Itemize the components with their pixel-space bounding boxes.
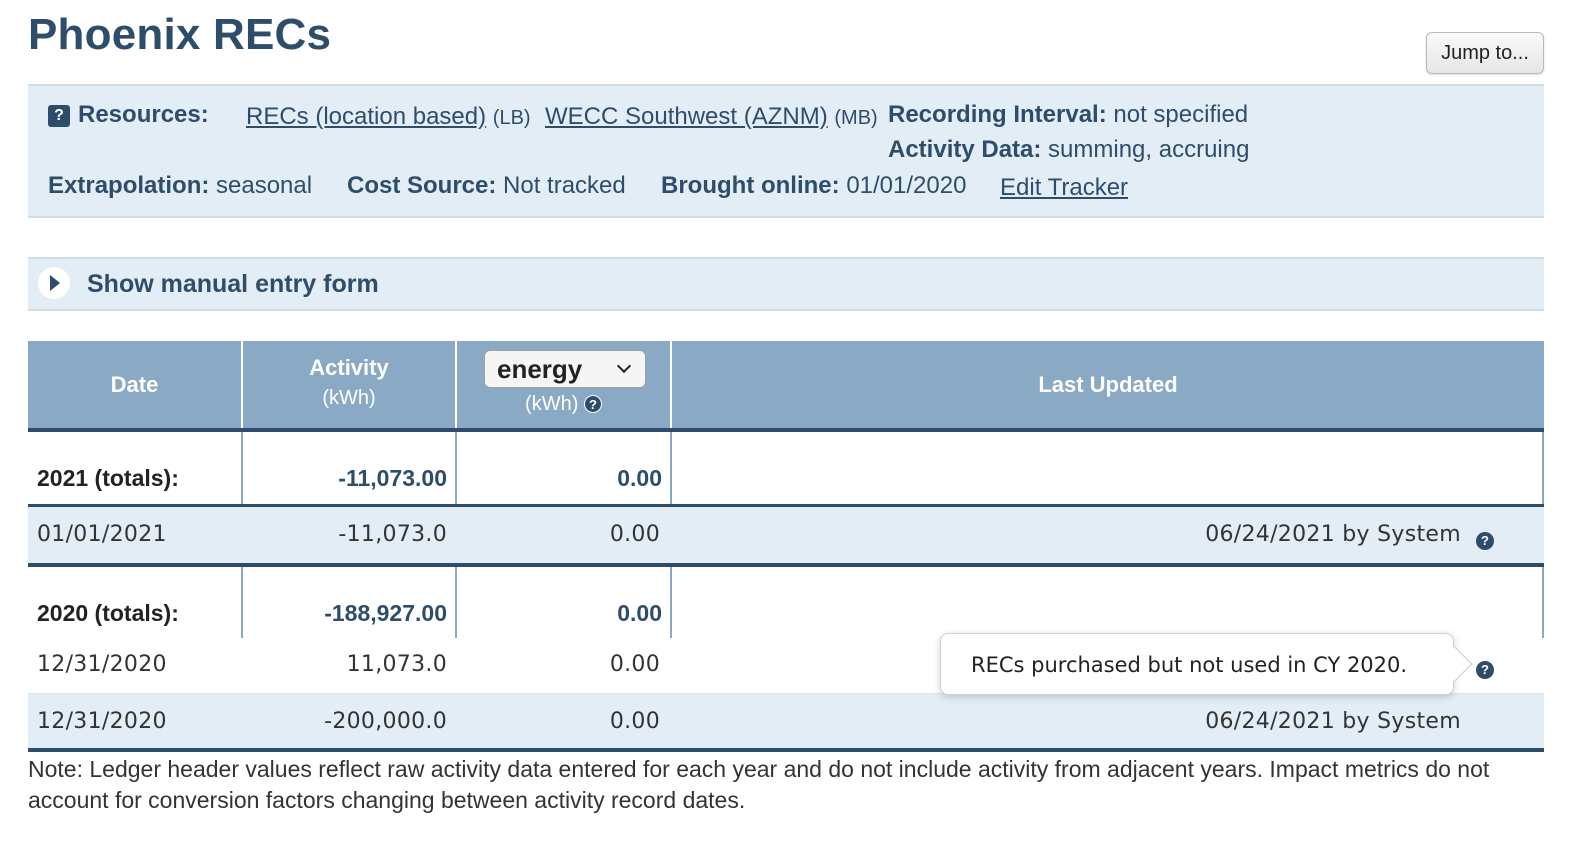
activity-data: Activity Data: summing, accruing (888, 136, 1249, 164)
cost-source-value: Not tracked (503, 172, 626, 199)
totals-label: 2021 (totals): (37, 465, 179, 491)
totals-activity: -11,073.00 (338, 465, 447, 491)
row-date: 12/31/2020 (37, 652, 167, 677)
metric-column-header: energy (kWh) ? (457, 341, 670, 428)
resources-label: Resources: (78, 101, 209, 128)
row-divider (241, 432, 243, 504)
help-square-icon[interactable]: ? (48, 105, 70, 127)
row-activity: 11,073.0 (346, 652, 447, 677)
manual-entry-panel[interactable]: Show manual entry form (28, 257, 1544, 311)
activity-column-header[interactable]: Activity (kWh) (243, 341, 455, 428)
header-divider (241, 341, 243, 428)
ledger-header: Date Activity (kWh) energy (kWh) ? Last … (28, 341, 1544, 432)
table-row[interactable]: 01/01/2021 -11,073.0 0.00 06/24/2021 by … (28, 507, 1544, 563)
ledger-table: Date Activity (kWh) energy (kWh) ? Last … (28, 341, 1544, 752)
recording-interval: Recording Interval: not specified (888, 101, 1248, 129)
expand-toggle-icon[interactable] (38, 267, 70, 299)
tracker-info-panel: ? Resources: RECs (location based) (LB) W… (28, 84, 1544, 218)
extrapolation: Extrapolation: seasonal (48, 172, 312, 200)
resource-1-tag: (LB) (492, 107, 531, 129)
activity-header-unit: (kWh) (322, 387, 376, 409)
brought-online: Brought online: 01/01/2020 (661, 172, 966, 200)
row-divider (455, 567, 457, 638)
date-column-header[interactable]: Date (28, 341, 241, 428)
totals-label: 2020 (totals): (37, 600, 179, 626)
cost-source-label: Cost Source: (347, 172, 497, 199)
resource-1-link[interactable]: RECs (location based) (246, 103, 486, 130)
row-activity: -200,000.0 (324, 709, 447, 734)
activity-data-label: Activity Data: (888, 136, 1042, 163)
brought-online-label: Brought online: (661, 172, 840, 199)
row-note-tooltip: RECs purchased but not used in CY 2020. (940, 633, 1473, 695)
row-date: 01/01/2021 (37, 522, 167, 547)
totals-metric: 0.00 (617, 465, 662, 491)
activity-data-value: summing, accruing (1048, 136, 1250, 163)
totals-row-2020: 2020 (totals): -188,927.00 0.00 (28, 563, 1544, 638)
row-divider (241, 567, 243, 638)
row-metric: 0.00 (609, 652, 660, 677)
totals-metric: 0.00 (617, 600, 662, 626)
resource-link-1[interactable]: RECs (location based) (LB) (246, 103, 531, 131)
resources-row: ? Resources: (48, 101, 209, 129)
totals-activity: -188,927.00 (324, 600, 447, 626)
row-divider (1542, 567, 1544, 638)
metric-header-unit: (kWh) (525, 393, 579, 415)
metric-select[interactable]: energy (484, 350, 646, 388)
row-metric: 0.00 (609, 709, 660, 734)
last-updated-header-label: Last Updated (1038, 372, 1178, 397)
help-circle-icon[interactable]: ? (583, 395, 602, 413)
row-last-updated: 06/24/2021 by System (1205, 522, 1461, 547)
extrapolation-label: Extrapolation: (48, 172, 210, 199)
resource-link-2[interactable]: WECC Southwest (AZNM) (MB) (545, 103, 878, 131)
cost-source: Cost Source: Not tracked (347, 172, 626, 200)
edit-tracker[interactable]: Edit Tracker (1000, 174, 1128, 202)
help-circle-icon[interactable]: ? (1476, 661, 1494, 679)
row-divider (670, 567, 672, 638)
metric-header-unit-row: (kWh) ? (457, 393, 670, 416)
activity-header-label: Activity (309, 355, 389, 380)
page-title: Phoenix RECs (28, 10, 332, 59)
edit-tracker-link[interactable]: Edit Tracker (1000, 174, 1128, 201)
row-date: 12/31/2020 (37, 709, 167, 734)
resource-2-link[interactable]: WECC Southwest (AZNM) (545, 103, 828, 130)
metric-select-value: energy (497, 354, 583, 384)
row-last-updated: 06/24/2021 by System (1205, 709, 1461, 734)
row-divider (1542, 432, 1544, 504)
row-help[interactable]: ? (1476, 654, 1494, 681)
brought-online-value: 01/01/2020 (846, 172, 967, 199)
tooltip-text: RECs purchased but not used in CY 2020. (971, 653, 1408, 677)
row-metric: 0.00 (609, 522, 660, 547)
date-header-label: Date (110, 372, 159, 397)
help-circle-icon[interactable]: ? (1476, 532, 1494, 550)
ledger-note: Note: Ledger header values reflect raw a… (28, 756, 1490, 813)
row-divider (670, 432, 672, 504)
chevron-down-icon (616, 358, 632, 374)
header-divider (455, 341, 457, 428)
row-divider (455, 432, 457, 504)
table-row[interactable]: 12/31/2020 -200,000.0 0.00 06/24/2021 by… (28, 694, 1544, 752)
last-updated-column-header[interactable]: Last Updated (672, 341, 1544, 428)
recording-interval-value: not specified (1113, 101, 1249, 128)
recording-interval-label: Recording Interval: (888, 101, 1107, 128)
extrapolation-value: seasonal (216, 172, 313, 199)
totals-row-2021: 2021 (totals): -11,073.00 0.00 (28, 432, 1544, 507)
jump-to-button[interactable]: Jump to... (1426, 32, 1544, 74)
row-activity: -11,073.0 (338, 522, 447, 547)
row-help[interactable]: ? (1476, 525, 1494, 552)
header-divider (670, 341, 672, 428)
resource-2-tag: (MB) (834, 107, 878, 129)
manual-entry-label[interactable]: Show manual entry form (87, 270, 379, 299)
